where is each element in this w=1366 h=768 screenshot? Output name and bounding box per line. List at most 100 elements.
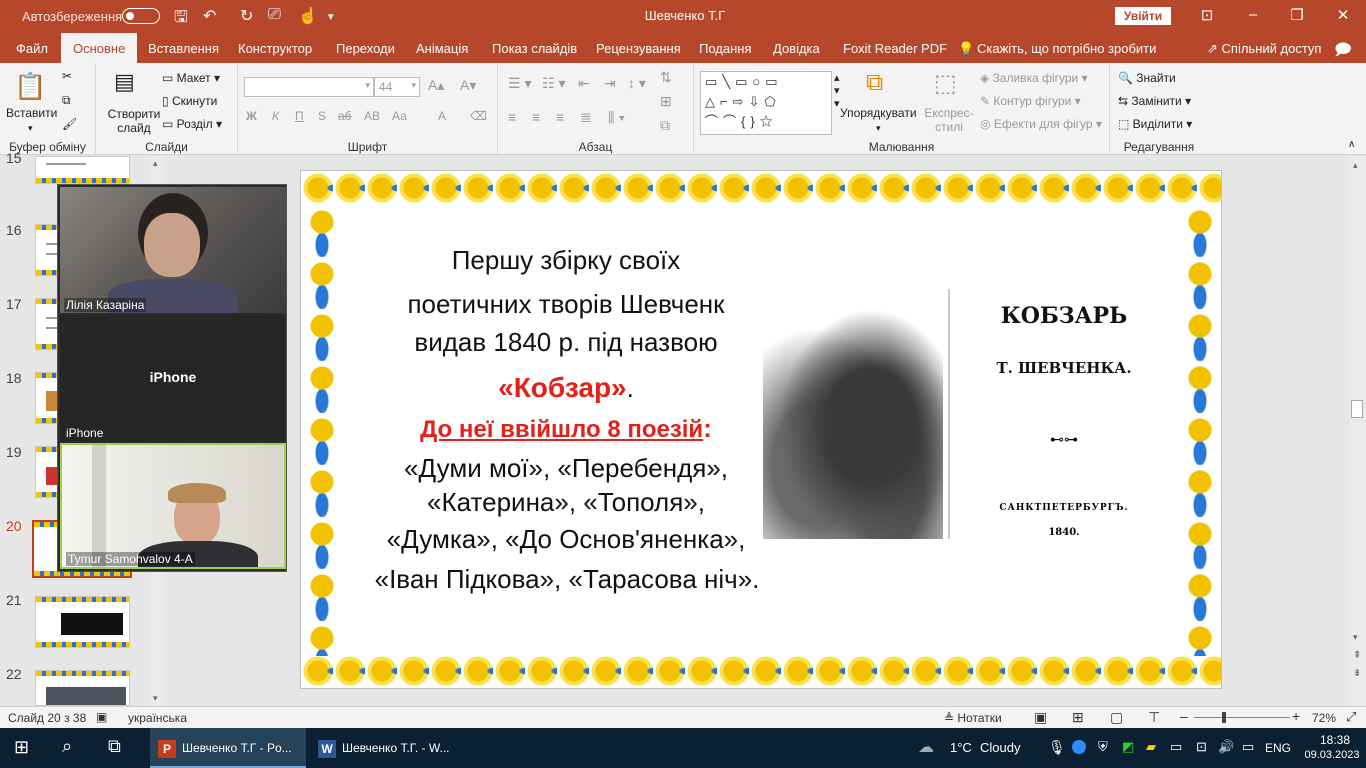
tray-icon[interactable]: ⛨ [1098,739,1108,768]
text-direction-icon[interactable]: ⇅ [660,69,672,86]
normal-view-icon[interactable]: ▣ [1034,709,1047,726]
shadow-button[interactable]: S [318,109,326,123]
search-icon[interactable]: ⌕ [62,736,72,768]
autosave-toggle[interactable] [122,8,160,24]
shapes-gallery[interactable]: ▭╲▭○▭ △⌐⇨⇩⬠ ⌒⌒{}☆ [700,71,832,135]
customize-icon[interactable]: ▾ [328,10,334,23]
reading-view-icon[interactable]: ▢ [1110,709,1123,726]
tab-insert[interactable]: Вставлення [148,41,219,56]
tab-animations[interactable]: Анімація [416,41,468,56]
participant-tile-1[interactable]: Лілія Казаріна [60,187,286,313]
taskbar-app-powerpoint[interactable]: P Шевченко Т.Г - Po... [150,728,306,768]
signin-button[interactable]: Увійти [1115,7,1171,25]
tab-file[interactable]: Файл [16,41,48,56]
arrange-dropdown-icon[interactable]: ▾ [876,123,881,134]
share-button[interactable]: ⇗ Спільний доступ [1207,41,1321,57]
tab-slideshow[interactable]: Показ слайдів [492,41,577,56]
input-language[interactable]: ENG [1265,741,1291,768]
clear-format-icon[interactable]: ⌫ [470,109,487,123]
justify-icon[interactable]: ≣ [580,109,592,126]
minimize-icon[interactable]: – [1238,6,1268,23]
arrange-icon[interactable]: ⧉ [866,69,883,97]
paste-dropdown-icon[interactable]: ▾ [28,123,33,134]
tab-transitions[interactable]: Переходи [336,41,395,56]
shrink-font-icon[interactable]: A▾ [460,77,476,94]
tab-design[interactable]: Конструктор [238,41,312,56]
microphone-icon[interactable]: 🎙 [1048,739,1066,768]
columns-icon[interactable]: ⫼ ▾ [608,109,625,126]
paste-button[interactable]: Вставити [6,106,57,120]
align-center-icon[interactable]: ≡ [532,109,540,125]
underline-button[interactable]: П [295,109,304,123]
shape-effects-button[interactable]: ◎ Ефекти для фігур ▾ [980,117,1102,131]
strikethrough-button[interactable]: аб [338,109,352,123]
slide-canvas[interactable]: Першу збірку своїх поетичних творів Шевч… [300,170,1222,689]
tell-me-search[interactable]: Скажіть, що потрібно зробити [977,41,1156,56]
slide-sorter-icon[interactable]: ⊞ [1072,709,1084,726]
present-icon[interactable]: ⎚ [268,6,281,24]
scroll-up-icon[interactable]: ▴ [1353,160,1358,171]
tab-view[interactable]: Подання [699,41,752,56]
participant-tile-2[interactable]: iPhone iPhone [60,315,286,441]
font-size-dropdown-icon[interactable]: ▾ [411,80,416,91]
zoom-slider-thumb[interactable] [1222,712,1226,723]
prev-slide-icon[interactable]: ⇞ [1353,650,1361,661]
tab-help[interactable]: Довідка [773,41,820,56]
fit-slide-icon[interactable]: ⤢ [1346,709,1356,725]
scroll-thumb[interactable] [1351,400,1363,418]
windows-start-icon[interactable]: ⊞ [14,737,29,768]
battery-icon[interactable]: ▭ [1170,739,1182,768]
increase-indent-icon[interactable]: ⇥ [604,75,616,92]
cut-icon[interactable]: ✂ [62,69,72,83]
language-indicator[interactable]: українська [128,711,187,725]
collapse-ribbon-icon[interactable]: ∧ [1348,139,1355,150]
participant-tile-3[interactable]: Tymur Samohvalov 4-A [60,443,286,569]
quick-styles-icon[interactable]: ⬚ [934,69,957,98]
slide-thumbnail-21[interactable] [35,596,130,648]
ribbon-display-icon[interactable]: ⊡ [1192,6,1222,24]
shape-fill-button[interactable]: ◈ Заливка фігури ▾ [980,71,1088,85]
network-icon[interactable]: ⊡ [1196,739,1207,768]
numbering-icon[interactable]: ☷ ▾ [542,75,565,92]
volume-icon[interactable]: 🔊 [1218,739,1234,768]
align-text-icon[interactable]: ⊞ [660,93,672,110]
format-painter-icon[interactable]: 🖌 [62,117,77,131]
bullets-icon[interactable]: ☰ ▾ [508,75,531,92]
new-slide-icon[interactable]: ▤ [114,69,135,95]
bold-button[interactable]: Ж [246,109,257,123]
weather-cloud-icon[interactable]: ☁ [918,737,934,768]
find-button[interactable]: 🔍 Знайти [1118,71,1176,85]
next-slide-icon[interactable]: ⇟ [1353,668,1361,679]
slideshow-icon[interactable]: ⊤ [1148,709,1160,726]
undo-icon[interactable]: ↶ [203,6,216,26]
change-case-button[interactable]: Аа [392,109,407,123]
decrease-indent-icon[interactable]: ⇤ [578,75,590,92]
align-left-icon[interactable]: ≡ [508,109,516,125]
slide-scrollbar[interactable]: ▴ ▾ ⇞ ⇟ [1349,156,1366,706]
slide-thumbnail-22[interactable] [35,670,130,706]
line-spacing-icon[interactable]: ↕ ▾ [628,75,646,92]
paste-icon[interactable]: 📋 [14,71,46,102]
new-slide-button[interactable]: Створити слайд [104,107,164,135]
redo-icon[interactable]: ↻ [240,6,253,26]
zoom-level[interactable]: 72% [1312,711,1336,725]
grow-font-icon[interactable]: A▴ [428,77,444,94]
scroll-down-icon[interactable]: ▾ [1353,632,1358,643]
restore-icon[interactable]: ❐ [1282,6,1312,24]
tray-device-icon[interactable]: ▭ [1242,739,1254,768]
taskbar-app-word[interactable]: W Шевченко Т.Г. - W... [310,728,466,768]
font-name-dropdown-icon[interactable]: ▾ [365,80,370,91]
comment-icon[interactable]: 🗩 [1334,39,1352,66]
arrange-button[interactable]: Упорядкувати [840,106,917,120]
align-right-icon[interactable]: ≡ [556,109,564,125]
save-icon[interactable]: 🖫 [174,6,188,33]
replace-button[interactable]: ⇆ Замінити ▾ [1118,94,1191,108]
copy-icon[interactable]: ⧉ [62,93,71,108]
select-button[interactable]: ⬚ Виділити ▾ [1118,117,1192,131]
accessibility-icon[interactable]: ▣ [96,710,107,724]
tray-flag-icon[interactable]: ▰ [1146,739,1156,768]
tab-foxit[interactable]: Foxit Reader PDF [843,41,947,56]
quick-styles-button[interactable]: Експрес-стилі [922,106,976,134]
clock-date[interactable]: 09.03.2023 [1298,749,1366,768]
zoom-out-icon[interactable]: – [1180,708,1188,724]
